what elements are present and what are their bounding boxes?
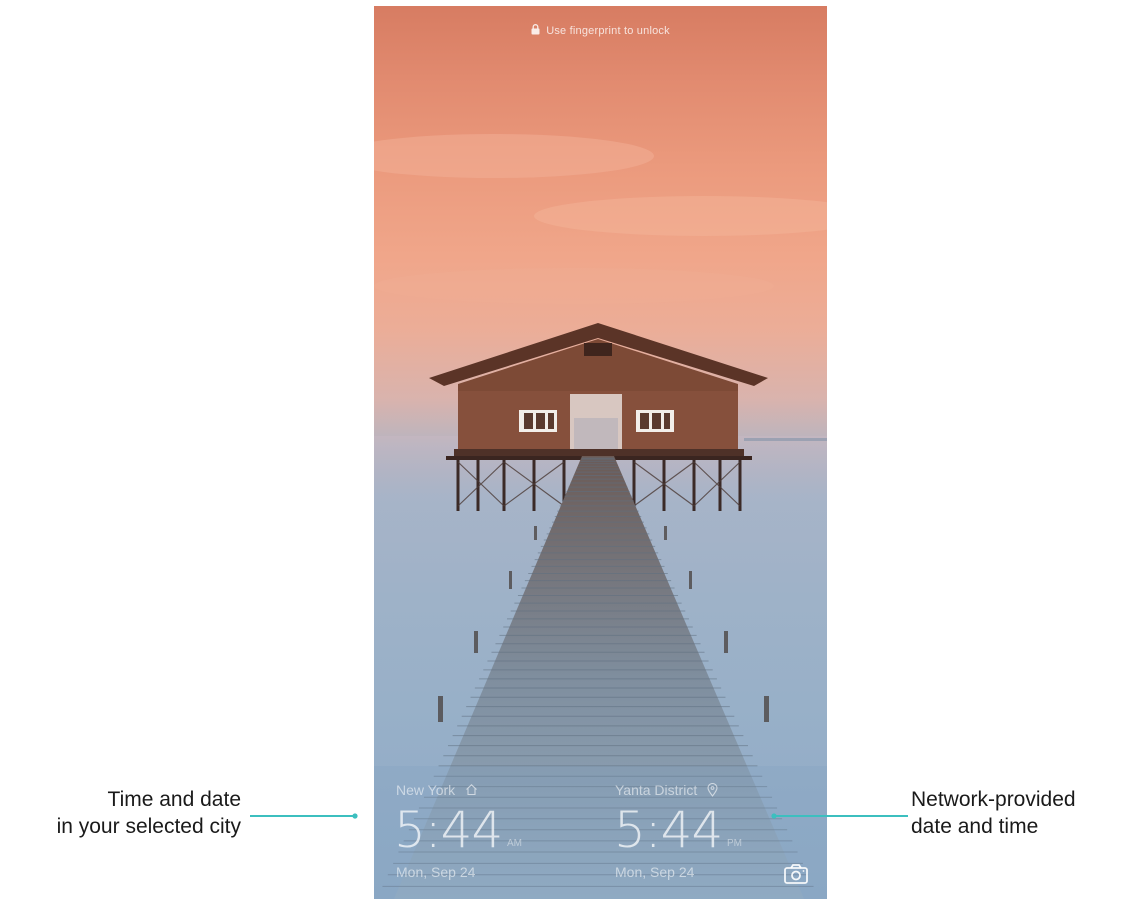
home-city-name: New York (396, 782, 456, 798)
local-city-name: Yanta District (615, 782, 698, 798)
camera-icon[interactable] (784, 864, 808, 889)
left-callout-line1: Time and date (107, 788, 241, 811)
home-city-date: Mon, Sep 24 (396, 864, 476, 880)
home-icon (465, 783, 478, 799)
left-callout-line2: in your selected city (56, 815, 241, 838)
home-city-ampm: AM (507, 838, 522, 849)
right-callout-line (771, 813, 908, 819)
right-callout-text: Network-provided date and time (911, 786, 1076, 840)
local-city-ampm: PM (727, 838, 742, 849)
local-city-label: Yanta District (615, 782, 718, 800)
location-pin-icon (707, 782, 718, 800)
unlock-hint-text: Use fingerprint to unlock (546, 25, 670, 37)
left-callout-line (250, 813, 358, 819)
local-city-time: 5:44 (614, 801, 723, 859)
lock-icon (531, 24, 540, 38)
home-city-time: 5:44 (394, 801, 503, 859)
local-city-date: Mon, Sep 24 (615, 864, 695, 880)
left-callout-text: Time and date in your selected city (57, 786, 241, 840)
wallpaper-pier-house (374, 134, 827, 899)
right-callout-line1: Network-provided (911, 788, 1076, 811)
right-callout-line2: date and time (911, 815, 1039, 838)
home-city-label: New York (396, 782, 478, 799)
unlock-hint: Use fingerprint to unlock (374, 24, 827, 38)
lock-screen: Use fingerprint to unlock New York 5:44 … (374, 6, 827, 899)
